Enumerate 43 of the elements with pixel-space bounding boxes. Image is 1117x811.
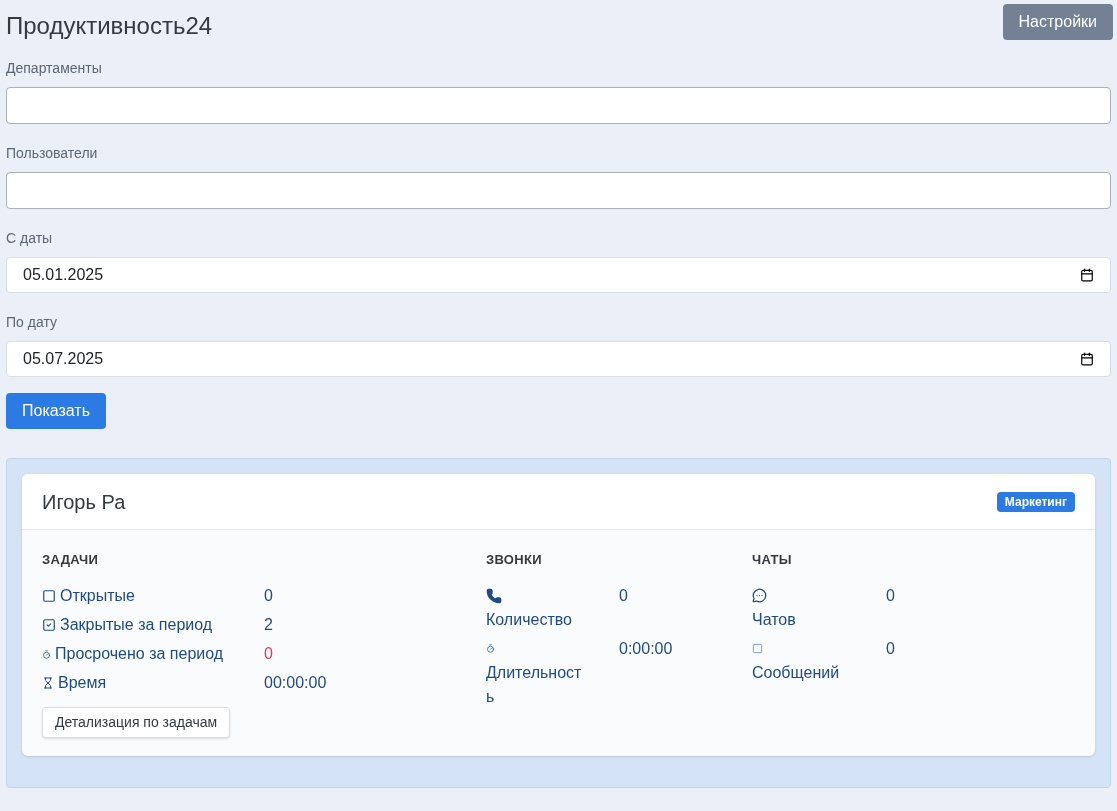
- stopwatch-icon: [486, 644, 495, 653]
- calendar-icon[interactable]: [1080, 352, 1094, 366]
- metric-label: Просрочено за период: [55, 644, 224, 662]
- section-title: ЧАТЫ: [752, 551, 793, 569]
- metric-label: Длительность: [486, 663, 582, 705]
- metric-value: 00:00:00: [264, 672, 327, 693]
- settings-button[interactable]: Настройки: [1002, 4, 1113, 40]
- field-label: Департаменты: [6, 59, 103, 78]
- metric-value: 0: [264, 585, 273, 606]
- metric-label: Закрытые за период: [60, 615, 213, 633]
- checked-box-icon: [42, 618, 56, 633]
- calendar-icon[interactable]: [1080, 268, 1094, 282]
- task-details-button[interactable]: Детализация по задачам: [42, 706, 231, 738]
- field-label: Пользователи: [6, 144, 99, 163]
- field-label: С даты: [6, 229, 54, 248]
- metric-value: 0: [619, 585, 628, 606]
- metric-value: 2: [264, 614, 273, 635]
- stopwatch-icon: [42, 649, 51, 659]
- phone-icon: [486, 587, 502, 604]
- square-icon: [752, 643, 763, 654]
- metric-value: 0: [264, 643, 273, 664]
- department-badge: Маркетинг: [996, 491, 1075, 512]
- metric-label: Время: [58, 673, 107, 691]
- section-title: ЗАДАЧИ: [42, 551, 100, 569]
- input-field[interactable]: [6, 87, 1111, 124]
- metric-label: Открытые: [60, 586, 135, 604]
- show-button[interactable]: Показать: [6, 393, 106, 429]
- date-field[interactable]: 05.01.2025: [6, 257, 1111, 293]
- metric-label: Количество: [486, 610, 572, 628]
- hourglass-icon: [42, 677, 54, 690]
- metric-value: 0: [886, 585, 895, 606]
- app-title: Продуктивность24: [6, 11, 213, 41]
- metric-label: Сообщений: [752, 663, 840, 681]
- section-title: ЗВОНКИ: [486, 551, 543, 569]
- metric-value: 0: [886, 638, 895, 659]
- metric-value: 0:00:00: [619, 638, 673, 659]
- field-label: По дату: [6, 313, 58, 332]
- input-field[interactable]: [6, 172, 1111, 209]
- user-name: Игорь Ра: [42, 489, 126, 515]
- square-icon: [42, 589, 56, 604]
- date-field[interactable]: 05.07.2025: [6, 341, 1111, 377]
- chat-bubble-icon: [752, 588, 767, 603]
- metric-label: Чатов: [752, 610, 796, 628]
